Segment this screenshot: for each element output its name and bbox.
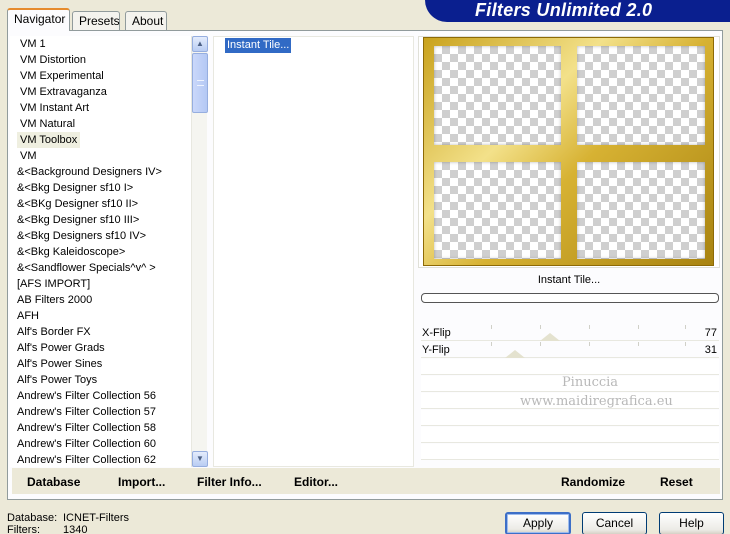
arrow-up-icon: ▲ bbox=[196, 39, 204, 48]
filter-list-item[interactable]: Andrew's Filter Collection 57 bbox=[14, 404, 159, 420]
filter-list-item[interactable]: [AFS IMPORT] bbox=[14, 276, 93, 292]
arrow-down-icon: ▼ bbox=[196, 454, 204, 463]
filter-list-item[interactable]: Andrew's Filter Collection 56 bbox=[14, 388, 159, 404]
scroll-up-button[interactable]: ▲ bbox=[192, 36, 208, 52]
scroll-thumb[interactable] bbox=[192, 53, 208, 113]
slider-y-flip[interactable]: Y-Flip 31 bbox=[421, 342, 719, 358]
filter-list-item[interactable]: VM Toolbox bbox=[17, 132, 81, 148]
slider-thumb[interactable] bbox=[539, 333, 560, 341]
empty-slider-row bbox=[421, 410, 719, 426]
app-title: Filters Unlimited 2.0 bbox=[475, 0, 653, 20]
reset-button[interactable]: Reset bbox=[660, 475, 693, 489]
database-label: Database: bbox=[7, 512, 58, 524]
filter-list-item[interactable]: &<Bkg Designer sf10 III> bbox=[14, 212, 142, 228]
filter-category-list[interactable]: VM 1 VM Distortion VM Experimental VM Extra… bbox=[10, 36, 207, 467]
apply-button[interactable]: Apply bbox=[505, 512, 571, 534]
filter-list-item[interactable]: Alf's Border FX bbox=[14, 324, 94, 340]
filters-count-label: Filters: bbox=[7, 524, 40, 534]
filter-list-item[interactable]: &<Bkg Kaleidoscope> bbox=[14, 244, 128, 260]
slider-label: X-Flip bbox=[422, 327, 451, 339]
slider-value: 31 bbox=[704, 344, 717, 356]
filter-list-item[interactable]: VM Distortion bbox=[17, 52, 89, 68]
tab-navigator[interactable]: Navigator bbox=[7, 8, 70, 31]
filter-list-item[interactable]: AFH bbox=[14, 308, 42, 324]
filter-list-item[interactable]: VM 1 bbox=[17, 36, 49, 52]
scroll-down-button[interactable]: ▼ bbox=[192, 451, 208, 467]
progress-bar bbox=[421, 293, 719, 303]
filter-list-item[interactable]: &<Bkg Designer sf10 I> bbox=[14, 180, 136, 196]
filter-list-item[interactable]: VM Experimental bbox=[17, 68, 107, 84]
filter-list-item[interactable]: Alf's Power Grads bbox=[14, 340, 108, 356]
slider-thumb[interactable] bbox=[504, 350, 525, 358]
filter-list-item[interactable]: &<Sandflower Specials^v^ > bbox=[14, 260, 159, 276]
import-button[interactable]: Import... bbox=[118, 475, 165, 489]
title-banner: Filters Unlimited 2.0 bbox=[425, 0, 730, 22]
filter-list-item[interactable]: &<BKg Designer sf10 II> bbox=[14, 196, 141, 212]
effect-item-instant-tile[interactable]: Instant Tile... bbox=[225, 38, 292, 53]
randomize-button[interactable]: Randomize bbox=[561, 475, 625, 489]
filter-list-item[interactable]: VM Extravaganza bbox=[17, 84, 110, 100]
preview-tile bbox=[434, 162, 561, 259]
editor-button[interactable]: Editor... bbox=[294, 475, 338, 489]
preview-tile bbox=[577, 162, 705, 259]
filter-list-item[interactable]: Andrew's Filter Collection 60 bbox=[14, 436, 159, 452]
filter-info-button[interactable]: Filter Info... bbox=[197, 475, 262, 489]
filter-list-item[interactable]: Alf's Power Sines bbox=[14, 356, 105, 372]
slider-x-flip[interactable]: X-Flip 77 bbox=[421, 325, 719, 341]
empty-slider-row bbox=[421, 427, 719, 443]
filter-list-item[interactable]: AB Filters 2000 bbox=[14, 292, 95, 308]
tab-presets[interactable]: Presets bbox=[72, 11, 120, 30]
slider-track[interactable] bbox=[491, 325, 686, 341]
filter-list-item[interactable]: VM Instant Art bbox=[17, 100, 92, 116]
filters-count-value: 1340 bbox=[63, 524, 88, 534]
filter-list-item[interactable]: VM Natural bbox=[17, 116, 78, 132]
tab-about[interactable]: About bbox=[125, 11, 167, 30]
slider-label: Y-Flip bbox=[422, 344, 450, 356]
help-button[interactable]: Help bbox=[659, 512, 724, 534]
preview-image bbox=[423, 37, 714, 266]
slider-track[interactable] bbox=[491, 342, 686, 358]
grip-icon bbox=[197, 80, 204, 86]
preview-caption: Instant Tile... bbox=[537, 274, 601, 286]
filter-list-item[interactable]: Alf's Power Toys bbox=[14, 372, 100, 388]
filter-list-item[interactable]: Andrew's Filter Collection 62 bbox=[14, 452, 159, 467]
filter-list-item[interactable]: VM bbox=[17, 148, 40, 164]
database-button[interactable]: Database bbox=[27, 475, 80, 489]
preview-tile bbox=[434, 46, 561, 145]
watermark: Pinuccia www.maidiregrafica.eu bbox=[520, 375, 673, 409]
effect-list[interactable]: Instant Tile... bbox=[213, 36, 414, 467]
database-value: ICNET-Filters bbox=[63, 512, 129, 524]
filter-list-scrollbar[interactable]: ▲ ▼ bbox=[191, 36, 208, 467]
empty-slider-row bbox=[421, 444, 719, 460]
filter-list-item[interactable]: &<Background Designers IV> bbox=[14, 164, 165, 180]
preview-tile bbox=[577, 46, 705, 145]
cancel-button[interactable]: Cancel bbox=[582, 512, 647, 534]
filter-list-item[interactable]: &<Bkg Designers sf10 IV> bbox=[14, 228, 149, 244]
filter-list-item[interactable]: Andrew's Filter Collection 58 bbox=[14, 420, 159, 436]
slider-value: 77 bbox=[704, 327, 717, 339]
